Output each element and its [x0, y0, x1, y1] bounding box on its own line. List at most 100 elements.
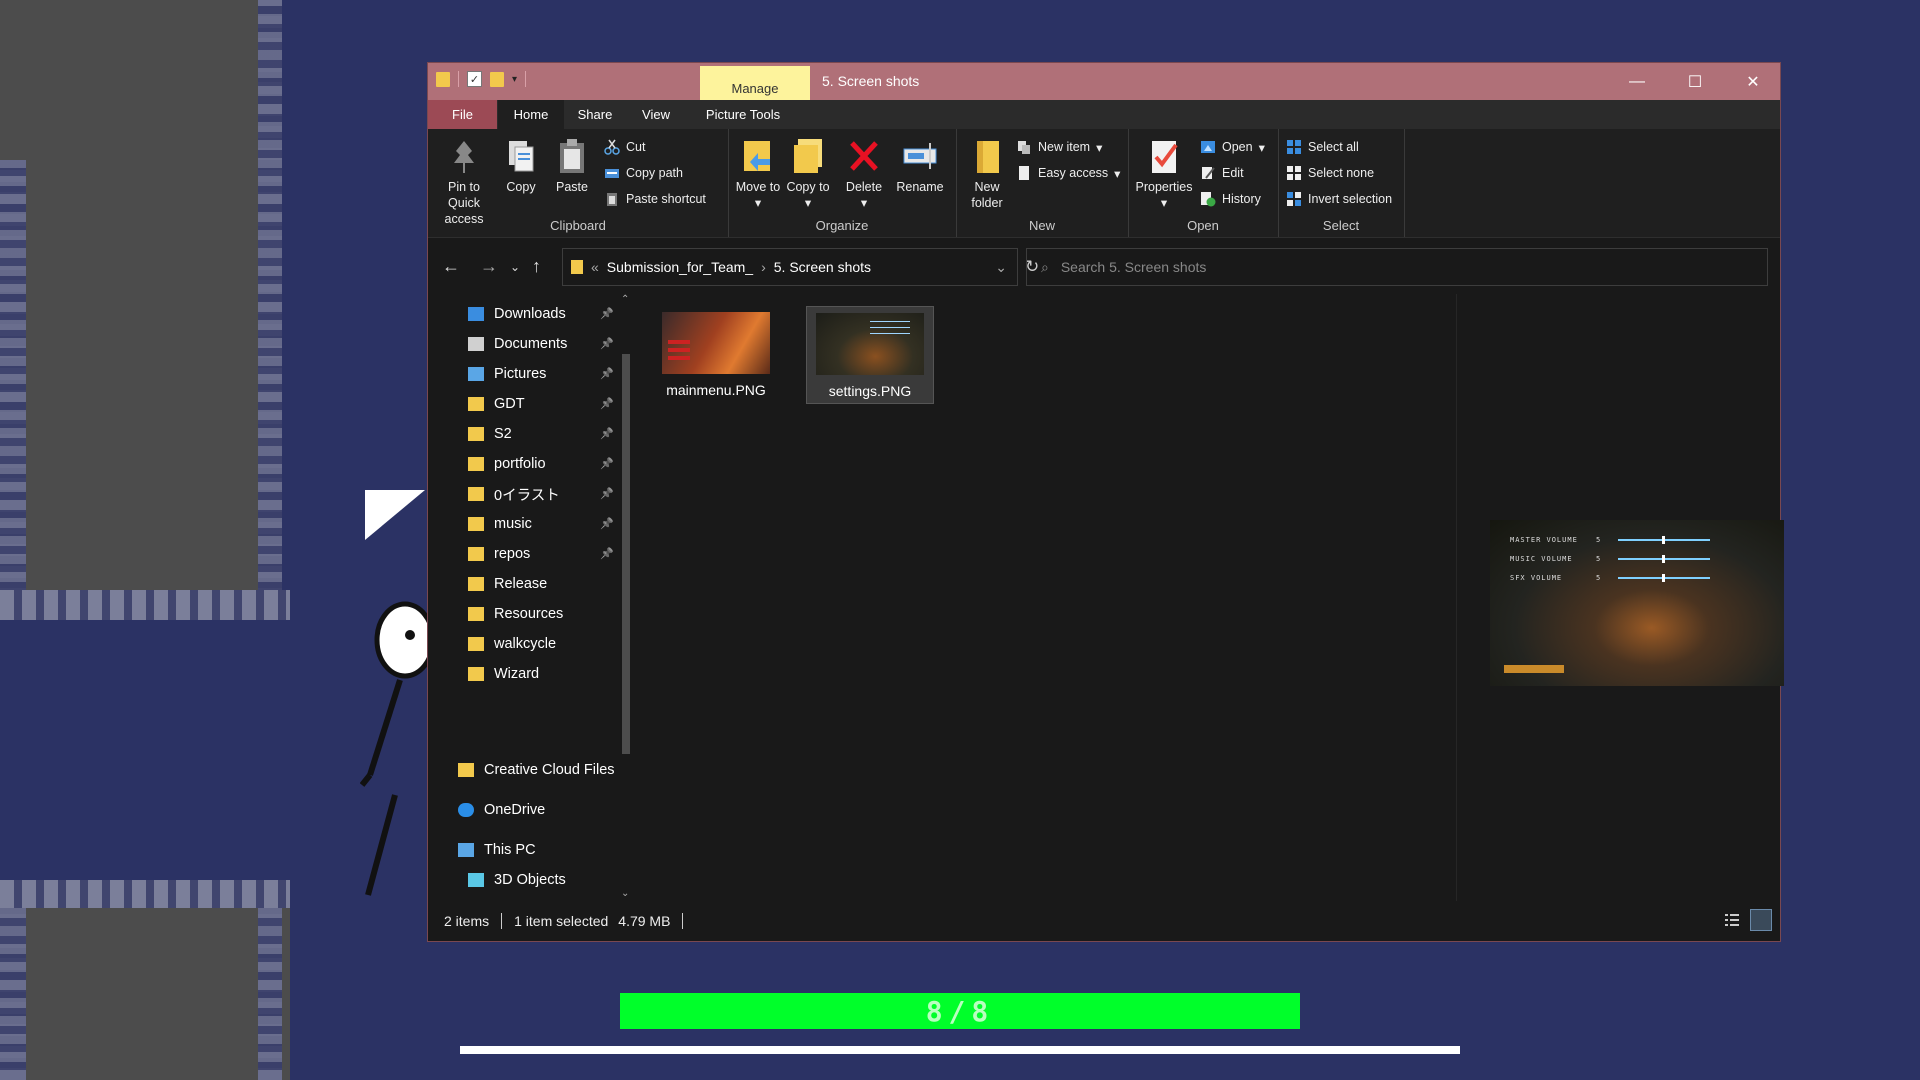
ribbon-group-open: Properties ▾ Open ▾ Edit History Open — [1128, 129, 1279, 237]
tab-file[interactable]: File — [428, 100, 497, 129]
nav-item[interactable]: GDT — [468, 389, 525, 419]
scrollbar-thumb[interactable] — [622, 354, 630, 754]
stick-figure-character — [360, 601, 430, 896]
invert-selection-button[interactable]: Invert selection — [1286, 189, 1392, 209]
maximize-button[interactable]: ☐ — [1666, 63, 1724, 100]
customize-toolbar-icon[interactable]: ▾ — [512, 74, 517, 85]
history-button[interactable]: History — [1200, 189, 1261, 209]
copy-button[interactable]: Copy — [500, 137, 542, 195]
new-folder-button[interactable]: New folder — [960, 137, 1014, 211]
breadcrumb-overflow[interactable]: « — [591, 259, 599, 275]
close-button[interactable]: ✕ — [1724, 63, 1782, 100]
navigation-pane[interactable]: Downloads 📌 Documents 📌 Pictures 📌 GDT 📌 S2 📌 port… — [428, 294, 638, 901]
stone-pillar-edge — [0, 160, 26, 600]
back-arrow-icon[interactable]: ← — [442, 256, 460, 277]
ribbon-tabs: File Home Share View Picture Tools ⌃ ? — [428, 100, 1780, 160]
copy-icon — [503, 137, 539, 175]
nav-item[interactable]: S2 — [468, 419, 512, 449]
pin-icon[interactable]: 📌 — [600, 487, 614, 500]
minimize-button[interactable]: — — [1608, 63, 1666, 100]
pictures-icon — [468, 367, 484, 381]
ribbon-group-clipboard: Pin to Quick access Copy Paste Cut Copy … — [428, 129, 729, 237]
folder-icon[interactable] — [436, 71, 450, 87]
tab-view[interactable]: View — [626, 100, 686, 129]
select-none-button[interactable]: Select none — [1286, 163, 1374, 183]
group-label-new: New — [1028, 218, 1055, 233]
nav-item[interactable]: walkcycle — [468, 629, 556, 659]
pin-icon[interactable]: 📌 — [600, 517, 614, 530]
nav-item[interactable]: Documents — [468, 329, 567, 359]
scroll-down-icon[interactable]: ⌄ — [621, 888, 629, 899]
nav-scrollbar[interactable]: ⌃ ⌄ — [618, 294, 634, 901]
computer-icon — [458, 843, 474, 857]
pin-icon[interactable]: 📌 — [600, 547, 614, 560]
search-input[interactable]: ⌕ Search 5. Screen shots — [1026, 248, 1768, 286]
large-icons-view-icon[interactable] — [1750, 909, 1772, 931]
address-bar[interactable]: « Submission_for_Team_ › 5. Screen shots… — [562, 248, 1039, 286]
nav-item[interactable]: Resources — [468, 599, 563, 629]
nav-item-this-pc[interactable]: This PC — [458, 835, 536, 865]
file-list[interactable]: mainmenu.PNG settings.PNG — [638, 294, 1456, 901]
stone-pillar-edge — [0, 880, 26, 1080]
pin-icon[interactable]: 📌 — [600, 367, 614, 380]
stone-ledge — [0, 880, 290, 908]
rename-button[interactable]: Rename — [892, 137, 948, 195]
up-arrow-icon[interactable]: ↑ — [532, 256, 541, 277]
pin-icon[interactable]: 📌 — [600, 457, 614, 470]
tab-home[interactable]: Home — [498, 100, 564, 129]
image-thumbnail — [816, 313, 924, 375]
recent-locations-chevron-icon[interactable]: ⌄ — [510, 260, 520, 274]
forward-arrow-icon[interactable]: → — [480, 256, 498, 277]
details-view-icon[interactable] — [1724, 912, 1740, 928]
breadcrumb-current[interactable]: 5. Screen shots — [774, 259, 871, 275]
copy-to-button[interactable]: Copy to ▾ — [784, 137, 832, 211]
pin-icon[interactable]: 📌 — [600, 427, 614, 440]
nav-item[interactable]: music — [468, 509, 532, 539]
delete-button[interactable]: Delete ▾ — [840, 137, 888, 211]
tab-picture-tools[interactable]: Picture Tools — [690, 100, 796, 129]
pin-icon[interactable]: 📌 — [600, 397, 614, 410]
chevron-down-icon[interactable]: ⌄ — [995, 259, 1007, 276]
nav-item[interactable]: Wizard — [468, 659, 539, 689]
breadcrumb-parent[interactable]: Submission_for_Team_ — [607, 259, 753, 275]
select-all-icon — [1287, 140, 1301, 154]
nav-item[interactable]: 0イラスト — [468, 479, 560, 509]
properties-button[interactable]: Properties ▾ — [1132, 137, 1196, 211]
nav-item[interactable]: repos — [468, 539, 530, 569]
new-folder-icon[interactable] — [490, 71, 504, 87]
stone-pillar-bottom — [0, 880, 290, 1080]
group-label-organize: Organize — [815, 218, 869, 233]
pin-icon[interactable]: 📌 — [600, 337, 614, 350]
copy-path-button[interactable]: Copy path — [604, 163, 683, 183]
select-all-button[interactable]: Select all — [1286, 137, 1359, 157]
nav-item[interactable]: Downloads — [468, 299, 566, 329]
tab-share[interactable]: Share — [564, 100, 626, 129]
edit-button[interactable]: Edit — [1200, 163, 1244, 183]
move-to-button[interactable]: Move to ▾ — [734, 137, 782, 211]
pin-icon[interactable]: 📌 — [600, 307, 614, 320]
file-name: mainmenu.PNG — [666, 382, 766, 398]
file-explorer-window[interactable]: ✓ ▾ Manage 5. Screen shots — ☐ ✕ File Ho… — [427, 62, 1784, 942]
nav-item[interactable]: Pictures — [468, 359, 546, 389]
paste-button[interactable]: Paste — [550, 137, 594, 195]
nav-item-onedrive[interactable]: OneDrive — [458, 795, 545, 825]
title-bar[interactable]: ✓ ▾ Manage 5. Screen shots — ☐ ✕ — [428, 63, 1780, 100]
new-item-button[interactable]: New item ▾ — [1016, 137, 1102, 157]
open-button[interactable]: Open ▾ — [1200, 137, 1265, 157]
nav-item[interactable]: Release — [468, 569, 547, 599]
cut-button[interactable]: Cut — [604, 137, 645, 157]
scroll-up-icon[interactable]: ⌃ — [621, 294, 629, 305]
pin-to-quick-access-button[interactable]: Pin to Quick access — [434, 137, 494, 227]
paste-shortcut-button[interactable]: Paste shortcut — [604, 189, 706, 209]
group-label-clipboard: Clipboard — [550, 218, 606, 233]
edit-pencil-icon — [1202, 167, 1215, 179]
tab-manage[interactable]: Manage — [700, 66, 810, 100]
file-tile-settings[interactable]: settings.PNG — [806, 306, 934, 404]
nav-label: Downloads — [494, 306, 566, 322]
properties-check-icon[interactable]: ✓ — [467, 71, 482, 87]
easy-access-button[interactable]: Easy access ▾ — [1016, 163, 1120, 183]
nav-item-creative-cloud[interactable]: Creative Cloud Files — [458, 755, 615, 785]
nav-item[interactable]: 3D Objects — [468, 865, 566, 895]
file-tile-mainmenu[interactable]: mainmenu.PNG — [652, 306, 780, 404]
nav-item[interactable]: portfolio — [468, 449, 546, 479]
